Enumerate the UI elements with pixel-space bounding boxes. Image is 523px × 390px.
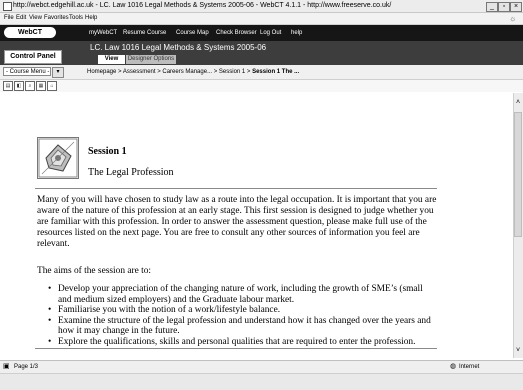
breadcrumb-current: Session 1 The ... [252,69,300,75]
menu-bar: File Edit View Favorites Tools Help ☼ [0,13,523,25]
home-icon[interactable]: ⌂ [47,81,57,91]
menu-edit[interactable]: Edit [16,13,26,24]
course-menu-select[interactable]: - Course Menu - [3,67,51,76]
aims-list: • Develop your appreciation of the changi… [46,284,438,348]
window-title-bar: http://webct.edgehill.ac.uk - LC. Law 10… [0,0,523,13]
page-status-icon: ▣ [3,363,10,370]
list-item-text: Familiarise you with the notion of a wor… [58,305,281,316]
course-header: Control Panel LC. Law 1016 Legal Methods… [0,41,523,65]
bullet-icon: • [48,305,52,316]
list-item: • Familiarise you with the notion of a wo… [46,305,438,316]
nav-check-browser[interactable]: Check Browser [216,25,257,41]
aims-heading: The aims of the session are to: [37,266,152,276]
session-subtitle: The Legal Profession [88,167,174,178]
page-icon[interactable]: ▤ [3,81,13,91]
restore-button[interactable]: ▫ [498,2,510,12]
menu-tools[interactable]: Tools [69,13,83,24]
search-icon[interactable]: ⌕ [25,81,35,91]
menu-favorites[interactable]: Favorites [44,13,69,24]
course-title: LC. Law 1016 Legal Methods & Systems 200… [90,43,267,52]
bookmark-icon[interactable]: ◧ [14,81,24,91]
close-button[interactable]: × [510,2,522,12]
nav-course-map[interactable]: Course Map [176,25,209,41]
nav-help[interactable]: help [291,25,302,41]
list-item: • Examine the structure of the legal prof… [46,316,438,337]
scrollbar-thumb[interactable] [514,112,522,237]
list-item-text: Examine the structure of the legal profe… [58,315,431,337]
intro-paragraph: Many of you will have chosen to study la… [37,195,437,249]
minimize-button[interactable]: _ [486,2,498,12]
print-icon[interactable]: ▦ [36,81,46,91]
nav-resume-course[interactable]: Resume Course [123,25,166,41]
webct-nav-bar: WebCT myWebCT Resume Course Course Map C… [0,25,523,41]
scroll-down-icon[interactable]: ˅ [513,347,523,355]
bullet-icon: • [48,284,52,294]
menu-help[interactable]: Help [85,13,97,24]
security-zone: Internet [459,364,480,370]
webct-logo-text: WebCT [18,29,42,36]
control-panel-button[interactable]: Control Panel [4,50,62,64]
menu-view[interactable]: View [29,13,42,24]
content-toolbar: ▤ ◧ ⌕ ▦ ⌂ [0,80,523,92]
breadcrumb-path[interactable]: Homepage > Assessment > Careers Manage..… [87,69,252,75]
list-item: • Explore the qualifications, skills and … [46,337,438,348]
list-item-text: Explore the qualifications, skills and p… [58,336,416,347]
list-item: • Develop your appreciation of the changi… [46,284,438,305]
session-title: Session 1 [88,146,127,157]
tab-view[interactable]: View [98,55,125,64]
session-emblem-icon [37,137,79,179]
chevron-down-icon[interactable]: ▾ [52,67,64,78]
bottom-frame [0,373,523,390]
list-item-text: Develop your appreciation of the changin… [58,284,423,305]
status-bar: ▣ Page 1/3 ◍ Internet [0,360,523,373]
browser-icon [3,2,12,11]
scroll-up-icon[interactable]: ˄ [513,99,523,107]
bullet-icon: • [48,336,52,347]
globe-icon: ◍ [450,363,457,370]
bottom-divider [35,348,437,349]
webct-logo: WebCT [4,27,56,38]
nav-log-out[interactable]: Log Out [260,25,281,41]
nav-mywebct[interactable]: myWebCT [89,25,117,41]
menu-file[interactable]: File [4,13,14,24]
window-title: http://webct.edgehill.ac.uk - LC. Law 10… [13,2,392,9]
breadcrumb-bar: - Course Menu - ▾ Homepage > Assessment … [0,65,523,80]
page-status: Page 1/3 [14,364,39,370]
throbber-icon: ☼ [509,14,517,23]
breadcrumb: Homepage > Assessment > Careers Manage..… [87,66,299,78]
content-pane: Session 1 The Legal Profession Many of y… [0,93,513,358]
bullet-icon: • [48,315,52,326]
top-divider [35,188,437,189]
tab-designer-options[interactable]: Designer Options [126,55,176,64]
